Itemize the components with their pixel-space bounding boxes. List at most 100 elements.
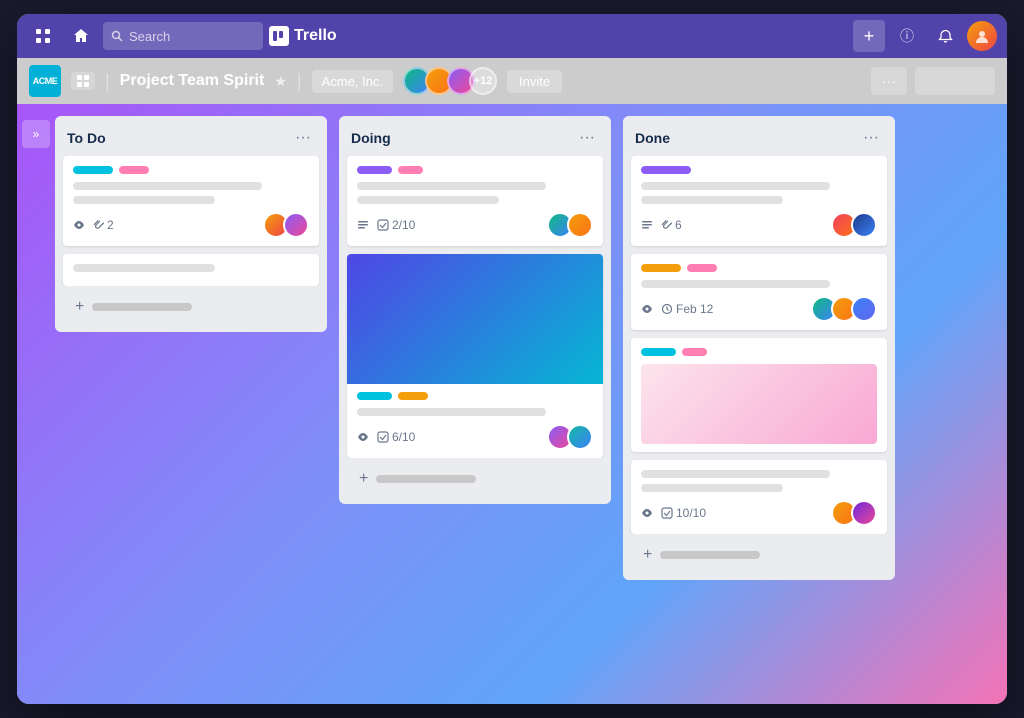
card-text-7 [641, 182, 830, 190]
card-text-6 [357, 408, 546, 416]
card-text-11 [641, 484, 783, 492]
nav-divider: | [105, 71, 110, 92]
card-image [347, 254, 603, 384]
column-todo-title: To Do [67, 130, 106, 146]
column-doing-header: Doing ··· [339, 116, 611, 156]
user-avatar-nav[interactable] [967, 21, 997, 51]
nav-right-actions: + ⓘ [853, 20, 997, 52]
column-done-cards: 6 [623, 156, 895, 534]
tag-pink-2 [398, 166, 423, 174]
tag-yellow-2 [641, 264, 681, 272]
meta-checklist-8: 10/10 [661, 506, 706, 520]
board-type-button[interactable] [71, 72, 95, 90]
card-done-1[interactable]: 6 [631, 156, 887, 246]
column-todo-cards: 2 [55, 156, 327, 286]
clip-count: 2 [107, 218, 114, 232]
checklist-count-3: 2/10 [392, 218, 415, 232]
collapse-sidebar-button[interactable]: » [22, 120, 50, 148]
column-todo-header: To Do ··· [55, 116, 327, 156]
tag-pink-4 [682, 348, 707, 356]
card-doing-1[interactable]: 2/10 [347, 156, 603, 246]
card-text-8 [641, 196, 783, 204]
card-avatars-4 [547, 424, 593, 450]
tag-pink [119, 166, 149, 174]
card-avatars-3 [547, 212, 593, 238]
invite-button[interactable]: Invite [507, 70, 562, 93]
app-window: Search Trello + ⓘ [17, 14, 1007, 704]
tag-yellow [398, 392, 428, 400]
tag-pink-3 [687, 264, 717, 272]
column-done: Done ··· [623, 116, 895, 580]
star-button[interactable]: ★ [274, 73, 287, 90]
home-button[interactable] [65, 20, 97, 52]
card-done-4[interactable]: 10/10 [631, 460, 887, 534]
card-avatar-2 [283, 212, 309, 238]
board-body: » To Do ··· [17, 104, 1007, 704]
card-todo-2[interactable] [63, 254, 319, 286]
search-bar[interactable]: Search [103, 22, 263, 50]
board-title: Project Team Spirit [120, 72, 265, 90]
checklist-count-4: 6/10 [392, 430, 415, 444]
add-card-label-2 [376, 475, 476, 483]
notifications-button[interactable] [929, 20, 961, 52]
card-done-2[interactable]: Feb 12 [631, 254, 887, 330]
tag-purple [357, 166, 392, 174]
extra-members-count[interactable]: +12 [469, 67, 497, 95]
card-avatars-5 [831, 212, 877, 238]
columns-area: To Do ··· [55, 104, 1007, 704]
card-avatar-5b [851, 212, 877, 238]
meta-checklist-4: 6/10 [377, 430, 415, 444]
card-text-2 [73, 196, 215, 204]
add-card-todo[interactable]: + [63, 290, 319, 324]
card-footer-5: 6 [641, 212, 877, 238]
add-card-label [92, 303, 192, 311]
card-avatar-6c [851, 296, 877, 322]
meta-lines [357, 219, 369, 231]
card-footer-6: Feb 12 [641, 296, 877, 322]
meta-clip-5: 6 [661, 218, 682, 232]
column-doing-menu[interactable]: ··· [575, 126, 599, 150]
card-done-3[interactable] [631, 338, 887, 452]
meta-eye-4 [357, 431, 369, 443]
column-doing: Doing ··· [339, 116, 611, 504]
workspace-label: Acme, Inc. [322, 74, 383, 89]
sidebar-collapse: » [17, 104, 55, 704]
card-avatars-8 [831, 500, 877, 526]
card-meta-6: Feb 12 [641, 302, 713, 316]
board-header: ACME | Project Team Spirit ★ | Acme, Inc… [17, 58, 1007, 104]
card-meta-3: 2/10 [357, 218, 415, 232]
column-done-title: Done [635, 130, 670, 146]
meta-eye [73, 219, 85, 231]
grid-menu-button[interactable] [27, 20, 59, 52]
info-button[interactable]: ⓘ [891, 20, 923, 52]
card-avatar-8b [851, 500, 877, 526]
clip-count-5: 6 [675, 218, 682, 232]
date-label: Feb 12 [676, 302, 713, 316]
card-avatar-3b [567, 212, 593, 238]
card-footer-3: 2/10 [357, 212, 593, 238]
board-header-right: ··· [871, 67, 995, 95]
column-doing-title: Doing [351, 130, 391, 146]
add-icon: + [75, 298, 84, 316]
card-text-5 [357, 196, 499, 204]
card-text-3 [73, 264, 215, 272]
add-card-doing[interactable]: + [347, 462, 603, 496]
column-todo-menu[interactable]: ··· [291, 126, 315, 150]
add-icon-2: + [359, 470, 368, 488]
card-text-1 [73, 182, 262, 190]
column-done-menu[interactable]: ··· [859, 126, 883, 150]
card-footer: 2 [73, 212, 309, 238]
purple-tag [641, 166, 691, 174]
pink-gradient-card [641, 364, 877, 444]
create-button[interactable]: + [853, 20, 885, 52]
meta-date-6: Feb 12 [661, 302, 713, 316]
card-avatars [263, 212, 309, 238]
card-todo-1[interactable]: 2 [63, 156, 319, 246]
card-avatar-4b [567, 424, 593, 450]
card-doing-2[interactable]: 6/10 [347, 254, 603, 458]
add-card-done[interactable]: + [631, 538, 887, 572]
board-menu-button[interactable]: ··· [871, 67, 907, 95]
add-card-label-3 [660, 551, 760, 559]
workspace-button[interactable]: Acme, Inc. [312, 70, 393, 93]
tag-cyan-2 [357, 392, 392, 400]
